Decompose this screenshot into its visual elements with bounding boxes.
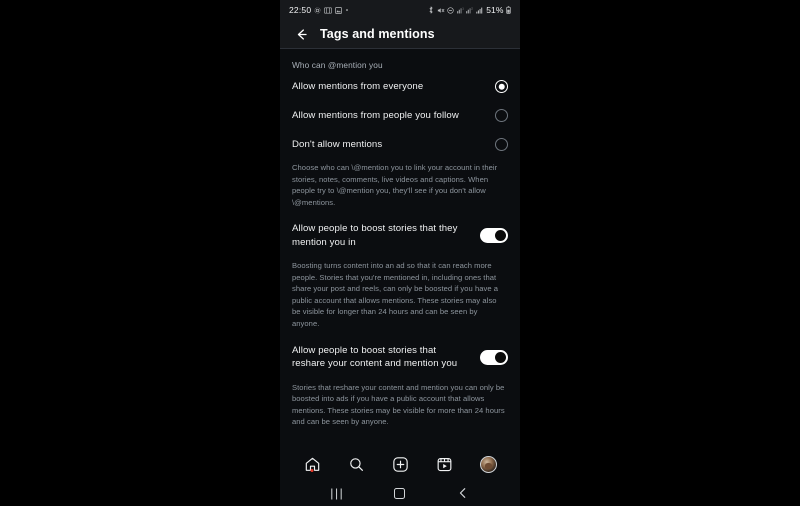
svg-text:2: 2 <box>471 6 473 10</box>
radio-dont-allow[interactable] <box>495 138 508 151</box>
reels-icon <box>437 457 451 471</box>
status-bar-left: 22:50 <box>289 5 349 15</box>
toggle-boost-reshare-switch[interactable] <box>480 349 508 365</box>
tab-profile[interactable] <box>476 452 500 476</box>
nav-recents-button[interactable]: ||| <box>326 482 348 504</box>
sim2-signal-icon: 2 <box>466 6 473 14</box>
recents-icon: ||| <box>330 486 345 500</box>
phone-frame: 22:50 1 2 51% Tags and mentions Who can … <box>280 0 520 506</box>
toggle-boost-reshare-label: Allow people to boost stories that resha… <box>292 344 458 370</box>
tab-search[interactable] <box>344 452 368 476</box>
status-bar: 22:50 1 2 51% <box>280 0 520 20</box>
bluetooth-icon <box>428 6 434 14</box>
toggle-row-boost-reshare[interactable]: Allow people to boost stories that resha… <box>280 332 520 379</box>
tab-add-post[interactable] <box>388 452 412 476</box>
app-header: Tags and mentions <box>280 20 520 49</box>
back-chevron-icon <box>459 488 465 498</box>
radio-option-dont-allow-label: Don't allow mentions <box>292 139 383 150</box>
android-navigation-bar: ||| <box>280 480 520 506</box>
page-title: Tags and mentions <box>320 27 435 41</box>
settings-gear-icon <box>314 7 321 14</box>
radio-option-people-you-follow-label: Allow mentions from people you follow <box>292 110 459 121</box>
battery-icon <box>506 6 511 14</box>
mentions-description: Choose who can \@mention you to link you… <box>292 163 498 207</box>
radio-everyone[interactable] <box>495 80 508 93</box>
settings-content: Who can @mention you Allow mentions from… <box>280 48 520 448</box>
home-square-icon <box>394 487 406 499</box>
image-icon <box>335 6 343 14</box>
add-post-icon <box>392 456 408 472</box>
nav-back-button[interactable] <box>452 482 474 504</box>
radio-option-people-you-follow[interactable]: Allow mentions from people you follow <box>280 101 520 130</box>
tab-home[interactable] <box>300 452 324 476</box>
nav-home-button[interactable] <box>389 482 411 504</box>
toggle-boost-mention-label: Allow people to boost stories that they … <box>292 223 458 248</box>
screenshot-root: 22:50 1 2 51% Tags and mentions Who can … <box>0 0 800 506</box>
dot-icon <box>345 8 349 12</box>
toggle-knob <box>495 351 507 363</box>
radio-option-dont-allow[interactable]: Don't allow mentions <box>280 130 520 159</box>
photos-icon <box>324 7 333 14</box>
status-bar-clock: 22:50 <box>289 5 312 15</box>
back-button[interactable] <box>291 24 311 44</box>
battery-percentage: 51% <box>486 5 504 15</box>
toggle-row-boost-mention[interactable]: Allow people to boost stories that they … <box>280 210 520 257</box>
profile-avatar[interactable] <box>479 455 497 473</box>
section-label-who-can-mention: Who can @mention you <box>292 60 383 70</box>
radio-option-everyone-label: Allow mentions from everyone <box>292 81 424 92</box>
svg-text:1: 1 <box>462 6 464 10</box>
search-icon <box>349 457 363 471</box>
back-arrow-icon <box>297 28 307 40</box>
sim1-signal-icon: 1 <box>456 6 464 14</box>
wifi-signal-icon <box>475 7 483 14</box>
dnd-icon <box>447 6 454 14</box>
home-notification-badge <box>310 469 314 472</box>
radio-people-you-follow[interactable] <box>495 109 508 122</box>
mute-icon <box>437 7 445 14</box>
toggle-boost-mention-switch[interactable] <box>480 228 508 244</box>
boost-mention-description: Boosting turns content into an ad so tha… <box>292 261 499 328</box>
bottom-tab-bar <box>280 448 520 480</box>
toggle-knob <box>495 230 507 242</box>
boost-reshare-description: Stories that reshare your content and me… <box>292 382 505 427</box>
tab-reels[interactable] <box>432 452 456 476</box>
radio-option-everyone[interactable]: Allow mentions from everyone <box>280 72 520 101</box>
status-bar-right: 1 2 51% <box>428 5 511 15</box>
